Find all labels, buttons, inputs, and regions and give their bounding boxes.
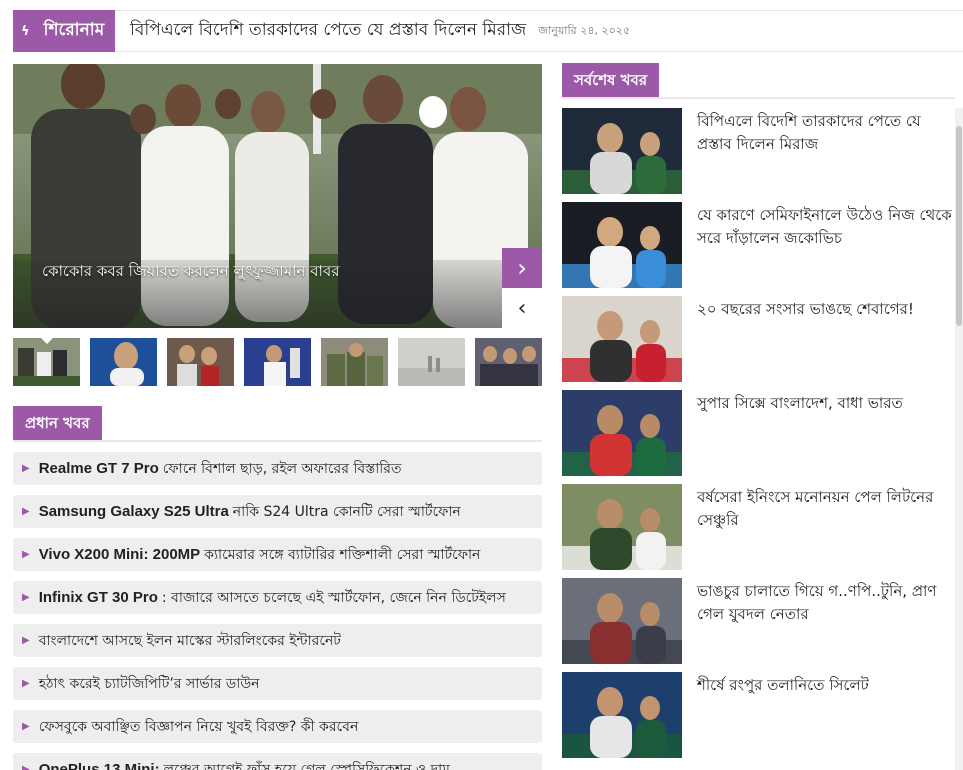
caret-right-icon: ▶ bbox=[22, 678, 30, 689]
latest-news-list: বিপিএলে বিদেশি তারকাদের পেতে যে প্রস্তাব… bbox=[562, 108, 955, 766]
caret-right-icon: ▶ bbox=[22, 506, 30, 517]
main-news-item-bold: OnePlus 13 Mini: bbox=[38, 761, 160, 770]
caret-right-icon: ▶ bbox=[22, 764, 30, 770]
slider-next-button[interactable]: › bbox=[502, 248, 542, 288]
main-news-item-text: ফোনে বিশাল ছাড়, রইল অফারের বিস্তারিত bbox=[162, 460, 402, 477]
ticker-headline-link[interactable]: বিপিএলে বিদেশি তারকাদের পেতে যে প্রস্তাব… bbox=[130, 17, 526, 45]
slider-prev-button[interactable]: ‹ bbox=[502, 288, 542, 328]
headline-ticker: ϟ শিরোনাম বিপিএলে বিদেশি তারকাদের পেতে য… bbox=[13, 10, 963, 52]
latest-news-item[interactable]: ভাঙচুর চালাতে গিয়ে গ..ণপি..টুনি, প্রাণ … bbox=[562, 578, 955, 664]
thumbnail-foggy-field[interactable] bbox=[398, 338, 465, 386]
latest-news-title[interactable]: সুপার সিক্সে বাংলাদেশ, বাধা ভারত bbox=[697, 392, 903, 415]
main-news-heading: প্রধান খবর bbox=[13, 406, 102, 440]
latest-news-thumbnail[interactable] bbox=[562, 296, 682, 382]
thumbnail-speaker-stage[interactable] bbox=[244, 338, 311, 386]
caret-right-icon: ▶ bbox=[22, 463, 30, 474]
thumbnail-prayer-crowd[interactable] bbox=[13, 338, 80, 386]
latest-news-item[interactable]: শীর্ষে রংপুর তলানিতে সিলেট bbox=[562, 672, 955, 758]
main-news-item[interactable]: ▶ হঠাৎ করেই চ্যাটজিপিটি’র সার্ভার ডাউন bbox=[13, 667, 542, 700]
main-news-item-text: লঞ্চের আগেই ফাঁস হয়ে গেল স্পেসিফিকেশন ও… bbox=[163, 761, 450, 770]
main-news-item-text: : বাজারে আসতে চলেছে এই স্মার্টফোন, জেনে … bbox=[161, 589, 506, 606]
main-news-item-text: নাকি S24 Ultra কোনটি সেরা স্মার্টফোন bbox=[232, 503, 461, 520]
latest-news-item[interactable]: বর্ষসেরা ইনিংসে মনোনয়ন পেল লিটনের সেঞ্চ… bbox=[562, 484, 955, 570]
main-news-item-bold: Samsung Galaxy S25 Ultra bbox=[38, 503, 229, 520]
ticker-date: জানুয়ারি ২৪, ২০২৫ bbox=[538, 23, 631, 37]
latest-news-item[interactable]: বিপিএলে বিদেশি তারকাদের পেতে যে প্রস্তাব… bbox=[562, 108, 955, 194]
main-news-item-bold: Realme GT 7 Pro bbox=[38, 460, 159, 477]
latest-news-thumbnail[interactable] bbox=[562, 108, 682, 194]
latest-news-title[interactable]: যে কারণে সেমিফাইনালে উঠেও নিজ থেকে সরে দ… bbox=[697, 204, 955, 250]
caret-right-icon: ▶ bbox=[22, 549, 30, 560]
chevron-right-icon: › bbox=[517, 254, 527, 282]
latest-news-item[interactable]: সুপার সিক্সে বাংলাদেশ, বাধা ভারত bbox=[562, 390, 955, 476]
chevron-left-icon: ‹ bbox=[517, 295, 527, 321]
caret-right-icon: ▶ bbox=[22, 721, 30, 732]
latest-news-title[interactable]: শীর্ষে রংপুর তলানিতে সিলেট bbox=[697, 674, 869, 697]
main-news-item-bold: Vivo X200 Mini: 200MP bbox=[38, 546, 201, 563]
main-news-item-bold: Infinix GT 30 Pro bbox=[38, 589, 158, 606]
main-news-item-text: ক্যামেরার সঙ্গে ব্যাটারির শক্তিশালী সেরা… bbox=[204, 546, 481, 563]
page-scrollbar[interactable] bbox=[955, 108, 963, 770]
main-news-item[interactable]: ▶ Samsung Galaxy S25 Ultra নাকি S24 Ultra … bbox=[13, 495, 542, 528]
latest-news-item[interactable]: ২০ বছরের সংসার ভাঙছে শেবাগের! bbox=[562, 296, 955, 382]
main-news-item[interactable]: ▶ Realme GT 7 Pro ফোনে বিশাল ছাড়, রইল অফা… bbox=[13, 452, 542, 485]
hero-slider[interactable]: কোকোর কবর জিয়ারত করলেন লুৎফুজ্জামান বাব… bbox=[13, 64, 542, 328]
latest-news-thumbnail[interactable] bbox=[562, 390, 682, 476]
main-news-item[interactable]: ▶ Infinix GT 30 Pro: বাজারে আসতে চলেছে এই… bbox=[13, 581, 542, 614]
main-news-item[interactable]: ▶ Vivo X200 Mini: 200MP ক্যামেরার সঙ্গে ব্… bbox=[13, 538, 542, 571]
caret-right-icon: ▶ bbox=[22, 592, 30, 603]
main-news-list: ▶ Realme GT 7 Pro ফোনে বিশাল ছাড়, রইল অফা… bbox=[13, 452, 542, 770]
latest-news-thumbnail[interactable] bbox=[562, 672, 682, 758]
latest-news-header: সর্বশেষ খবর bbox=[562, 63, 955, 99]
ticker-label: শিরোনাম bbox=[43, 20, 105, 40]
main-news-item[interactable]: ▶ OnePlus 13 Mini: লঞ্চের আগেই ফাঁস হয়ে গ… bbox=[13, 753, 542, 770]
latest-news-title[interactable]: ভাঙচুর চালাতে গিয়ে গ..ণপি..টুনি, প্রাণ … bbox=[697, 580, 955, 626]
latest-news-title[interactable]: বিপিএলে বিদেশি তারকাদের পেতে যে প্রস্তাব… bbox=[697, 110, 955, 156]
latest-news-item[interactable]: যে কারণে সেমিফাইনালে উঠেও নিজ থেকে সরে দ… bbox=[562, 202, 955, 288]
scrollbar-thumb[interactable] bbox=[956, 126, 962, 326]
ticker-label-box: ϟ শিরোনাম bbox=[13, 10, 115, 52]
hero-caption[interactable]: কোকোর কবর জিয়ারত করলেন লুৎফুজ্জামান বাব… bbox=[13, 260, 502, 328]
latest-news-title[interactable]: বর্ষসেরা ইনিংসে মনোনয়ন পেল লিটনের সেঞ্চ… bbox=[697, 486, 955, 532]
latest-news-heading: সর্বশেষ খবর bbox=[562, 63, 660, 97]
main-news-item-text: ফেসবুকে অবাঞ্ছিত বিজ্ঞাপন নিয়ে খুবই বির… bbox=[38, 718, 359, 735]
latest-news-title[interactable]: ২০ বছরের সংসার ভাঙছে শেবাগের! bbox=[697, 298, 914, 321]
thumbnail-army-officers[interactable] bbox=[321, 338, 388, 386]
main-news-item-text: বাংলাদেশে আসছে ইলন মাস্কের স্টারলিংকের ই… bbox=[38, 632, 341, 649]
caret-right-icon: ▶ bbox=[22, 635, 30, 646]
thumbnail-meeting-group[interactable] bbox=[475, 338, 542, 386]
main-news-item[interactable]: ▶ বাংলাদেশে আসছে ইলন মাস্কের স্টারলিংকের … bbox=[13, 624, 542, 657]
latest-news-thumbnail[interactable] bbox=[562, 484, 682, 570]
thumbnail-press-group[interactable] bbox=[167, 338, 234, 386]
latest-news-thumbnail[interactable] bbox=[562, 578, 682, 664]
main-news-header: প্রধান খবর bbox=[13, 406, 542, 442]
main-news-item[interactable]: ▶ ফেসবুকে অবাঞ্ছিত বিজ্ঞাপন নিয়ে খুবই বি… bbox=[13, 710, 542, 743]
slider-thumbnails bbox=[13, 338, 542, 386]
thumbnail-portrait-man[interactable] bbox=[90, 338, 157, 386]
hero-caption-text[interactable]: কোকোর কবর জিয়ারত করলেন লুৎফুজ্জামান বাব… bbox=[42, 260, 339, 285]
main-news-item-text: হঠাৎ করেই চ্যাটজিপিটি’র সার্ভার ডাউন bbox=[38, 675, 260, 692]
latest-news-thumbnail[interactable] bbox=[562, 202, 682, 288]
lightning-icon: ϟ bbox=[21, 23, 30, 39]
